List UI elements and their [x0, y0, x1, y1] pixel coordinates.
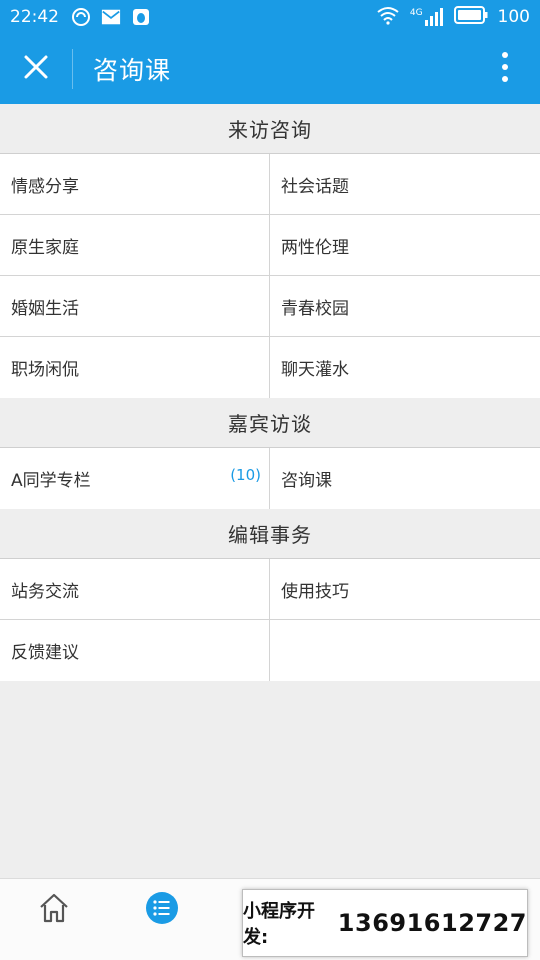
- home-icon: [37, 891, 71, 929]
- status-time: 22:42: [10, 7, 59, 27]
- section-header: 来访咨询: [0, 104, 540, 154]
- alarm-icon: [71, 7, 91, 27]
- battery-icon: [453, 5, 488, 29]
- category-item[interactable]: 社会话题: [270, 154, 540, 215]
- category-item[interactable]: 情感分享: [0, 154, 270, 215]
- category-label: A同学专栏: [11, 471, 91, 491]
- count-badge: (10): [230, 466, 261, 484]
- category-item[interactable]: 聊天灌水: [270, 337, 540, 398]
- category-list: 来访咨询 情感分享 社会话题 原生家庭 两性伦理 婚姻生活 青春校园 职场闲侃 …: [0, 104, 540, 681]
- category-grid: 情感分享 社会话题 原生家庭 两性伦理 婚姻生活 青春校园 职场闲侃 聊天灌水: [0, 154, 540, 398]
- app-bar: 咨询课: [0, 34, 540, 104]
- close-icon: [23, 54, 49, 84]
- category-item[interactable]: 两性伦理: [270, 215, 540, 276]
- category-item[interactable]: 站务交流: [0, 559, 270, 620]
- mail-icon: [101, 7, 121, 27]
- category-item[interactable]: 青春校园: [270, 276, 540, 337]
- battery-level: 100: [497, 7, 530, 27]
- promo-label: 小程序开发:: [243, 901, 315, 948]
- category-item[interactable]: A同学专栏 (10): [0, 448, 270, 509]
- more-menu-button[interactable]: [470, 34, 540, 104]
- section-header: 嘉宾访谈: [0, 398, 540, 448]
- nav-home-button[interactable]: [29, 885, 79, 935]
- network-type: 4G: [409, 8, 423, 18]
- category-item[interactable]: 反馈建议: [0, 620, 270, 681]
- signal-icon: 4G: [410, 8, 444, 26]
- title-divider: [72, 49, 73, 89]
- section-header: 编辑事务: [0, 509, 540, 559]
- close-button[interactable]: [0, 34, 72, 104]
- promo-phone: 13691612727: [337, 909, 527, 937]
- list-icon: [145, 891, 179, 929]
- category-item[interactable]: 咨询课: [270, 448, 540, 509]
- category-grid: 站务交流 使用技巧 反馈建议: [0, 559, 540, 681]
- status-bar: 22:42 4G 100: [0, 0, 540, 34]
- category-item[interactable]: 原生家庭: [0, 215, 270, 276]
- wifi-icon: [376, 5, 400, 30]
- category-grid: A同学专栏 (10) 咨询课: [0, 448, 540, 509]
- promo-banner: 小程序开发: 13691612727: [242, 889, 528, 957]
- category-item[interactable]: 婚姻生活: [0, 276, 270, 337]
- more-vertical-icon: [501, 51, 509, 87]
- category-item[interactable]: 职场闲侃: [0, 337, 270, 398]
- category-item[interactable]: 使用技巧: [270, 559, 540, 620]
- empty-cell: [270, 620, 540, 681]
- nav-list-button[interactable]: [137, 885, 187, 935]
- page-title: 咨询课: [93, 56, 172, 85]
- qq-icon: [131, 7, 151, 27]
